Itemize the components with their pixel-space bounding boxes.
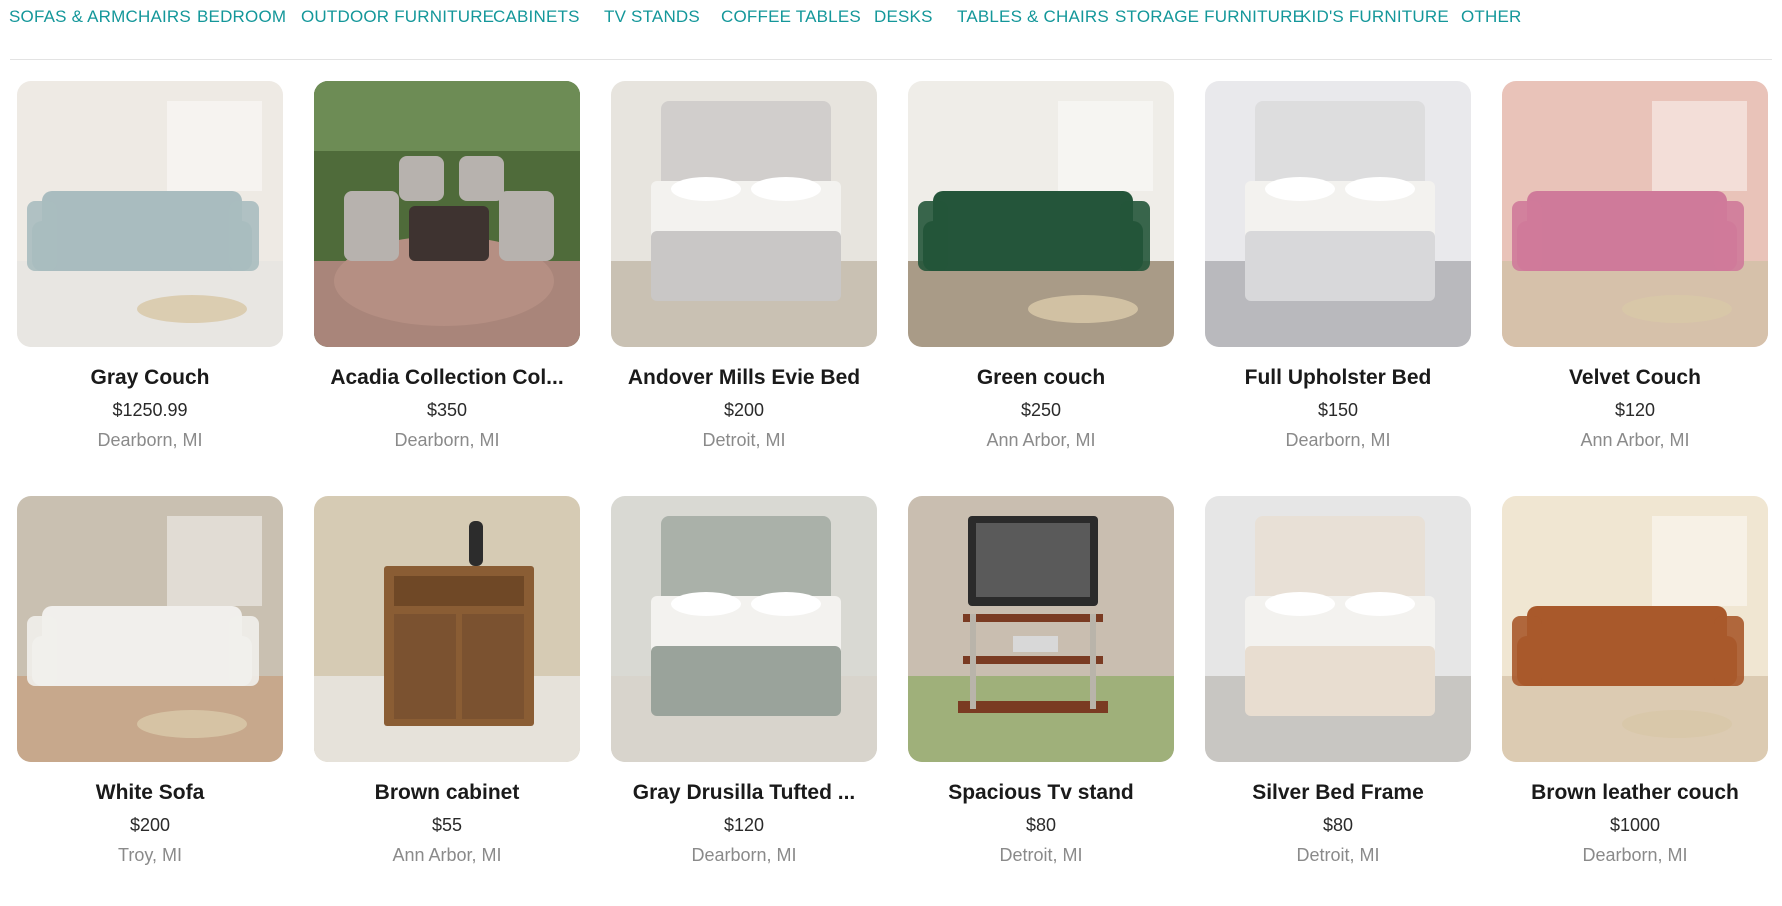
listing-location: Dearborn, MI xyxy=(691,845,797,865)
listing-image[interactable] xyxy=(17,496,283,762)
listing-price: $250 xyxy=(1020,400,1062,420)
listing-price: $55 xyxy=(431,815,463,835)
listing-image[interactable] xyxy=(1205,496,1471,762)
sofa-photo xyxy=(1502,496,1768,762)
listing-location: Ann Arbor, MI xyxy=(1580,430,1690,450)
listing-location: Detroit, MI xyxy=(1296,845,1380,865)
listing-price: $80 xyxy=(1025,815,1057,835)
listing-image[interactable] xyxy=(908,81,1174,347)
listing-image[interactable] xyxy=(611,81,877,347)
listing-location: Detroit, MI xyxy=(702,430,786,450)
listing-card[interactable]: Acadia Collection Col... $350 Dearborn, MI xyxy=(314,81,582,491)
sofa-photo xyxy=(17,496,283,762)
listing-card[interactable]: Spacious Tv stand $80 Detroit, MI xyxy=(908,496,1176,906)
tv-stand-photo xyxy=(908,496,1174,762)
listing-grid: Gray Couch $1250.99 Dearborn, MI Acadia Col… xyxy=(0,0,1782,881)
patio-set-photo xyxy=(314,81,580,347)
listing-location: Dearborn, MI xyxy=(1285,430,1391,450)
listing-card[interactable]: Gray Drusilla Tufted ... $120 Dearborn, MI xyxy=(611,496,879,906)
listing-price: $120 xyxy=(723,815,765,835)
listing-title[interactable]: White Sofa xyxy=(17,781,283,805)
listing-image[interactable] xyxy=(1205,81,1471,347)
listing-title[interactable]: Gray Drusilla Tufted ... xyxy=(611,781,877,805)
listing-card[interactable]: Full Upholster Bed $150 Dearborn, MI xyxy=(1205,81,1473,491)
bed-photo xyxy=(611,81,877,347)
listing-title[interactable]: Acadia Collection Col... xyxy=(314,366,580,390)
listing-price: $150 xyxy=(1317,400,1359,420)
listing-card[interactable]: Gray Couch $1250.99 Dearborn, MI xyxy=(17,81,285,491)
listing-price: $1250.99 xyxy=(112,400,188,420)
listing-title[interactable]: Spacious Tv stand xyxy=(908,781,1174,805)
listing-image[interactable] xyxy=(908,496,1174,762)
listing-location: Detroit, MI xyxy=(999,845,1083,865)
sofa-photo xyxy=(17,81,283,347)
listing-title[interactable]: Full Upholster Bed xyxy=(1205,366,1471,390)
listing-image[interactable] xyxy=(1502,496,1768,762)
listing-price: $200 xyxy=(723,400,765,420)
bed-photo xyxy=(1205,496,1471,762)
listing-image[interactable] xyxy=(17,81,283,347)
listing-price: $1000 xyxy=(1609,815,1661,835)
listing-location: Ann Arbor, MI xyxy=(392,845,502,865)
bed-photo xyxy=(611,496,877,762)
listing-image[interactable] xyxy=(314,496,580,762)
listing-title[interactable]: Brown leather couch xyxy=(1502,781,1768,805)
listing-title[interactable]: Silver Bed Frame xyxy=(1205,781,1471,805)
listing-title[interactable]: Gray Couch xyxy=(17,366,283,390)
listing-price: $80 xyxy=(1322,815,1354,835)
bed-photo xyxy=(1205,81,1471,347)
listing-price: $350 xyxy=(426,400,468,420)
listing-image[interactable] xyxy=(314,81,580,347)
listing-price: $200 xyxy=(129,815,171,835)
listing-card[interactable]: Brown cabinet $55 Ann Arbor, MI xyxy=(314,496,582,906)
listing-card[interactable]: Silver Bed Frame $80 Detroit, MI xyxy=(1205,496,1473,906)
listing-card[interactable]: Brown leather couch $1000 Dearborn, MI xyxy=(1502,496,1770,906)
listing-card[interactable]: Andover Mills Evie Bed $200 Detroit, MI xyxy=(611,81,879,491)
listing-location: Ann Arbor, MI xyxy=(986,430,1096,450)
listing-location: Dearborn, MI xyxy=(1582,845,1688,865)
listing-location: Dearborn, MI xyxy=(97,430,203,450)
listing-title[interactable]: Green couch xyxy=(908,366,1174,390)
listing-card[interactable]: White Sofa $200 Troy, MI xyxy=(17,496,285,906)
cabinet-photo xyxy=(314,496,580,762)
listing-location: Troy, MI xyxy=(118,845,182,865)
listing-card[interactable]: Green couch $250 Ann Arbor, MI xyxy=(908,81,1176,491)
sofa-photo xyxy=(908,81,1174,347)
listing-title[interactable]: Velvet Couch xyxy=(1502,366,1768,390)
listing-image[interactable] xyxy=(611,496,877,762)
listing-title[interactable]: Andover Mills Evie Bed xyxy=(611,366,877,390)
listing-card[interactable]: Velvet Couch $120 Ann Arbor, MI xyxy=(1502,81,1770,491)
sofa-photo xyxy=(1502,81,1768,347)
listing-location: Dearborn, MI xyxy=(394,430,500,450)
listing-price: $120 xyxy=(1614,400,1656,420)
listing-title[interactable]: Brown cabinet xyxy=(314,781,580,805)
listing-image[interactable] xyxy=(1502,81,1768,347)
